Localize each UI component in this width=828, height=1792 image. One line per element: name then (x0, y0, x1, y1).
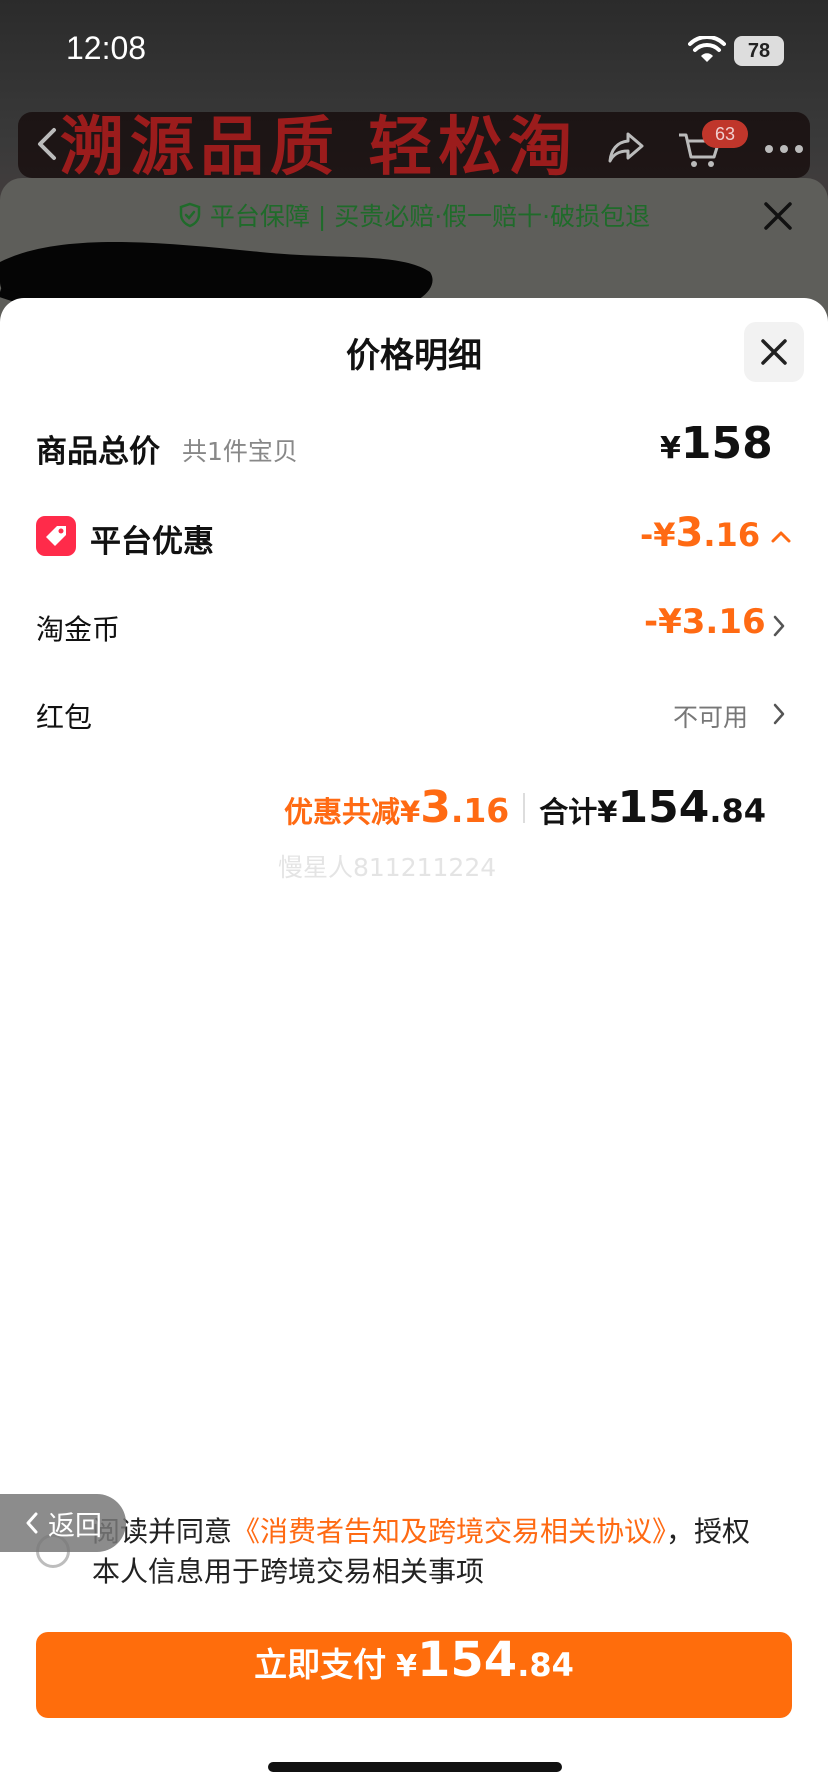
discount-total-dec: .16 (450, 791, 510, 830)
guarantee-text: 平台保障 | 买贵必赔·假一赔十·破损包退 (209, 202, 651, 231)
sum-int: 154 (617, 782, 710, 833)
chevron-left-icon (26, 1512, 38, 1534)
pay-now-button[interactable]: 立即支付 ¥ 154 .84 (36, 1632, 792, 1718)
item-count: 共1件宝贝 (182, 437, 298, 466)
discount-total-int: 3 (420, 782, 451, 833)
agreement-text: 阅读并同意《消费者告知及跨境交易相关协议》，授权本人信息用于跨境交易相关事项 (92, 1512, 772, 1592)
back-label: 返回 (48, 1510, 102, 1542)
agreement-link[interactable]: 《消费者告知及跨境交易相关协议》 (232, 1515, 666, 1548)
total-price-value: ¥158 (660, 418, 773, 469)
close-icon (761, 339, 787, 365)
background-banner-text: 溯源品质 轻松淘 (60, 111, 579, 185)
cart-badge: 63 (702, 120, 748, 148)
watermark: 慢星人811211224 (278, 853, 497, 882)
chevron-up-icon[interactable] (770, 528, 792, 544)
platform-discount-label[interactable]: 平台优惠 (90, 516, 214, 561)
coupon-tag-icon (36, 516, 76, 556)
total-price-amount: 158 (680, 418, 773, 469)
price-summary: 优惠共减¥ 3 .16 合计¥ 154 .84 (284, 782, 766, 833)
total-price-label: 商品总价 (36, 434, 160, 470)
discount-int: 3 (675, 510, 704, 556)
pay-label: 立即支付 (254, 1645, 387, 1684)
sum-label: 合计¥ (539, 795, 618, 829)
platform-discount-value[interactable]: -¥3.16 (640, 510, 760, 556)
hongbao-label[interactable]: 红包 (36, 696, 92, 736)
more-icon[interactable] (764, 144, 804, 154)
sum-dec: .84 (709, 792, 767, 830)
taojinbi-value[interactable]: -¥3.16 (644, 602, 766, 642)
guarantee-content: 平台保障 | 买贵必赔·假一赔十·破损包退 (178, 197, 650, 233)
discount-total-label: 优惠共减¥ (284, 795, 421, 829)
wifi-icon (688, 36, 726, 62)
close-icon[interactable] (762, 200, 794, 232)
back-arrow-icon[interactable] (32, 126, 64, 162)
discount-prefix: -¥ (640, 516, 676, 554)
sheet-title: 价格明细 (346, 336, 482, 376)
pay-yen: ¥ (396, 1649, 417, 1684)
close-button[interactable] (744, 322, 804, 382)
hongbao-value[interactable]: 不可用 (673, 698, 748, 734)
back-button[interactable]: 返回 (0, 1494, 126, 1552)
pay-amount-dec: .84 (517, 1646, 574, 1684)
discount-dec: .16 (703, 516, 761, 554)
yen-symbol: ¥ (660, 431, 681, 466)
status-time: 12:08 (66, 30, 147, 66)
taojinbi-label[interactable]: 淘金币 (36, 608, 120, 648)
share-icon[interactable] (606, 128, 646, 164)
pay-amount-int: 154 (416, 1632, 518, 1688)
divider (523, 792, 526, 823)
shield-icon (179, 202, 201, 228)
chevron-right-icon[interactable] (772, 702, 786, 726)
home-indicator[interactable] (268, 1762, 562, 1772)
battery-icon: 78 (734, 36, 784, 66)
chevron-right-icon[interactable] (772, 614, 786, 638)
